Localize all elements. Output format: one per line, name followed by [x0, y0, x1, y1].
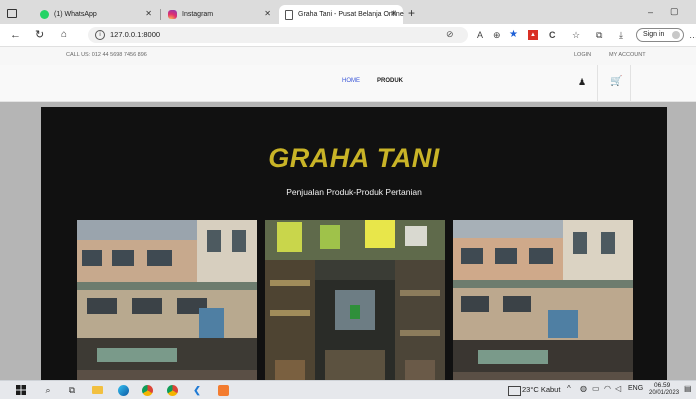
language-indicator[interactable]: ENG	[628, 385, 643, 392]
task-view-icon[interactable]: ⧉	[66, 384, 78, 396]
close-icon[interactable]: ✕	[390, 9, 397, 18]
product-image-store-building[interactable]	[453, 220, 633, 398]
chrome-profile-icon[interactable]	[166, 384, 178, 396]
notification-icon[interactable]: ▤	[684, 384, 692, 393]
tab-label: Graha Tani - Pusat Belanja Online	[298, 11, 404, 18]
new-tab-button[interactable]: +	[408, 6, 415, 20]
wifi-icon[interactable]: ◠	[604, 384, 611, 393]
search-icon[interactable]: ⌕	[42, 384, 54, 396]
cart-icon[interactable]: 🛒	[610, 76, 622, 87]
hero-section: GRAHA TANI Penjualan Produk-Produk Perta…	[41, 107, 667, 398]
vscode-icon[interactable]: ❮	[191, 384, 203, 396]
refresh-icon[interactable]: ↻	[35, 28, 44, 42]
whatsapp-icon	[40, 10, 49, 19]
address-bar[interactable]: i 127.0.0.1:8000 ⊘	[88, 27, 468, 43]
maximize-button[interactable]: ▢	[670, 6, 679, 17]
zoom-icon[interactable]: ⊕	[493, 29, 501, 41]
divider	[597, 65, 598, 101]
tab-separator	[160, 9, 161, 20]
no-tracking-icon[interactable]: ⊘	[446, 29, 454, 40]
favorite-star-icon[interactable]: ★	[509, 29, 518, 41]
minimize-button[interactable]: –	[648, 7, 653, 17]
windows-taskbar: ⌕ ⧉ ❮ 23°C Kabut ^ ◍ ▭ ◠ ◁ ENG 06.59 20/…	[0, 380, 696, 399]
favorites-icon[interactable]: ☆	[572, 29, 580, 41]
my-account-link[interactable]: MY ACCOUNT	[609, 52, 646, 58]
battery-icon[interactable]: ▭	[592, 384, 600, 393]
info-icon[interactable]: i	[95, 30, 105, 40]
close-icon[interactable]: ✕	[145, 9, 152, 18]
extension-c-icon[interactable]: C	[549, 29, 556, 41]
tab-instagram[interactable]: Instagram ✕	[162, 5, 277, 24]
sign-in-label: Sign in	[643, 31, 665, 38]
weather-text[interactable]: 23°C Kabut	[522, 385, 560, 394]
clock-time[interactable]: 06.59	[654, 382, 670, 389]
browser-tab-strip: (1) WhatsApp ✕ Instagram ✕ Graha Tani - …	[0, 0, 696, 24]
nav-produk-link[interactable]: PRODUK	[377, 78, 403, 84]
main-nav: HOME PRODUK ♟ 🛒	[0, 65, 696, 102]
start-icon[interactable]	[15, 384, 27, 396]
browser-toolbar: ← ↻ ⌂ i 127.0.0.1:8000 ⊘ A ⊕ ★ ▲ C ☆ ⧉ ⤓…	[0, 24, 696, 47]
edge-icon[interactable]	[117, 384, 129, 396]
volume-icon[interactable]: ◁	[615, 384, 621, 393]
instagram-icon	[168, 10, 177, 19]
tab-actions-icon[interactable]	[7, 9, 17, 18]
product-image-store-interior[interactable]	[265, 220, 445, 398]
tab-graha-tani[interactable]: Graha Tani - Pusat Belanja Online ✕	[279, 5, 404, 24]
tab-whatsapp[interactable]: (1) WhatsApp ✕	[34, 5, 158, 24]
avatar	[672, 31, 680, 39]
product-image-store-front[interactable]	[77, 220, 257, 398]
tab-label: (1) WhatsApp	[54, 11, 97, 18]
collections-icon[interactable]: ⧉	[596, 29, 602, 41]
contact-text: CALL US: 012 44 5698 7456 896	[66, 52, 147, 58]
xampp-icon[interactable]	[217, 384, 229, 396]
nav-home-link[interactable]: HOME	[342, 78, 360, 84]
home-icon[interactable]: ⌂	[61, 28, 67, 42]
tab-label: Instagram	[182, 11, 214, 18]
clock-date[interactable]: 20/01/2023	[649, 390, 679, 396]
hero-subtitle: Penjualan Produk-Produk Pertanian	[286, 187, 422, 197]
weather-icon[interactable]	[508, 386, 521, 396]
close-icon[interactable]: ✕	[264, 9, 271, 18]
page-icon	[285, 9, 293, 20]
chevron-up-icon[interactable]: ^	[567, 384, 571, 393]
file-explorer-icon[interactable]	[91, 384, 103, 396]
url-text[interactable]: 127.0.0.1:8000	[110, 30, 160, 39]
network-icon[interactable]: ◍	[580, 384, 587, 393]
site-top-bar: CALL US: 012 44 5698 7456 896 LOGIN MY A…	[0, 47, 696, 66]
sign-in-button[interactable]: Sign in	[636, 28, 684, 42]
login-link[interactable]: LOGIN	[574, 52, 591, 58]
chrome-icon[interactable]	[141, 384, 153, 396]
more-icon[interactable]: …	[689, 29, 696, 41]
hero-title: GRAHA TANI	[268, 143, 440, 173]
downloads-icon[interactable]: ⤓	[619, 29, 623, 41]
pdf-extension-icon[interactable]: ▲	[528, 30, 538, 40]
user-icon[interactable]: ♟	[578, 77, 586, 88]
divider	[630, 65, 631, 101]
read-aloud-icon[interactable]: A	[477, 29, 483, 41]
back-icon[interactable]: ←	[10, 28, 21, 42]
